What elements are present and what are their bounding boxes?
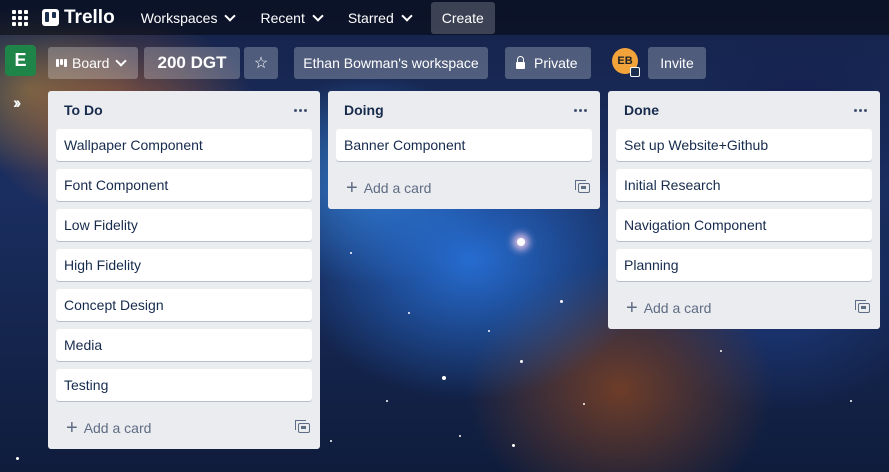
card[interactable]: Wallpaper Component xyxy=(56,129,312,161)
private-label: Private xyxy=(534,55,578,71)
create-from-template-icon[interactable] xyxy=(575,180,590,193)
lock-icon xyxy=(516,55,525,69)
recent-label: Recent xyxy=(260,9,305,26)
create-from-template-icon[interactable] xyxy=(855,300,870,313)
board-icon xyxy=(56,59,67,67)
board-view-switcher[interactable]: Board xyxy=(48,47,138,79)
apps-grid-icon[interactable] xyxy=(12,9,28,26)
card[interactable]: Font Component xyxy=(56,169,312,201)
plus-icon: + xyxy=(66,417,78,439)
add-card-button[interactable]: + Add a card xyxy=(626,298,711,318)
chevron-down-icon xyxy=(312,9,324,22)
admin-badge-icon xyxy=(630,67,640,77)
card[interactable]: Initial Research xyxy=(616,169,872,201)
board-header: E Board 200 DGT ☆ Ethan Bowman's workspa… xyxy=(0,45,889,79)
card[interactable]: Concept Design xyxy=(56,289,312,321)
add-card-label: Add a card xyxy=(643,300,712,316)
list-header: Doing xyxy=(336,91,592,129)
private-visibility-button[interactable]: Private xyxy=(505,47,591,79)
list-to-do: To Do Wallpaper Component Font Component… xyxy=(48,91,320,449)
add-card-row: + Add a card xyxy=(336,169,592,207)
card[interactable]: Planning xyxy=(616,249,872,281)
board-view-label: Board xyxy=(72,55,110,71)
add-card-button[interactable]: + Add a card xyxy=(66,418,151,438)
plus-icon: + xyxy=(626,297,638,319)
more-options-icon[interactable] xyxy=(854,108,867,112)
list-title[interactable]: Doing xyxy=(344,102,384,118)
create-button[interactable]: Create xyxy=(430,1,495,34)
list-done: Done Set up Website+Github Initial Resea… xyxy=(608,91,880,329)
add-card-label: Add a card xyxy=(363,180,432,196)
trello-logo-icon xyxy=(42,9,59,26)
list-title[interactable]: To Do xyxy=(64,102,103,118)
more-options-icon[interactable] xyxy=(294,108,307,112)
starred-menu[interactable]: Starred xyxy=(338,2,421,34)
chevron-down-icon xyxy=(401,9,413,22)
workspaces-menu[interactable]: Workspaces xyxy=(131,2,245,34)
list-header: To Do xyxy=(56,91,312,129)
chevron-down-icon xyxy=(115,55,128,67)
top-nav: Trello Workspaces Recent Starred Create xyxy=(0,0,889,35)
workspace-visibility-button[interactable]: Ethan Bowman's workspace xyxy=(294,47,488,79)
workspaces-label: Workspaces xyxy=(140,9,218,26)
invite-button[interactable]: Invite xyxy=(648,47,706,79)
card[interactable]: Navigation Component xyxy=(616,209,872,241)
board-title[interactable]: 200 DGT xyxy=(144,47,240,79)
create-from-template-icon[interactable] xyxy=(295,420,310,433)
add-card-row: + Add a card xyxy=(56,409,312,447)
chevron-down-icon xyxy=(224,9,237,22)
list-header: Done xyxy=(616,91,872,129)
add-card-button[interactable]: + Add a card xyxy=(346,178,431,198)
trello-logo[interactable]: Trello xyxy=(42,7,115,29)
card[interactable]: Media xyxy=(56,329,312,361)
card[interactable]: Low Fidelity xyxy=(56,209,312,241)
card[interactable]: Testing xyxy=(56,369,312,401)
workspace-tile[interactable]: E xyxy=(5,45,36,76)
plus-icon: + xyxy=(346,177,358,199)
list-title[interactable]: Done xyxy=(624,102,659,118)
logo-text: Trello xyxy=(64,6,115,28)
list-doing: Doing Banner Component + Add a card xyxy=(328,91,600,209)
card[interactable]: Banner Component xyxy=(336,129,592,161)
recent-menu[interactable]: Recent xyxy=(250,2,331,34)
star-icon[interactable]: ☆ xyxy=(244,47,278,79)
more-options-icon[interactable] xyxy=(574,108,587,112)
starred-label: Starred xyxy=(347,9,394,26)
card[interactable]: High Fidelity xyxy=(56,249,312,281)
expand-sidebar-icon[interactable]: ›› xyxy=(13,93,22,113)
add-card-row: + Add a card xyxy=(616,289,872,327)
card[interactable]: Set up Website+Github xyxy=(616,129,872,161)
add-card-label: Add a card xyxy=(83,420,152,436)
